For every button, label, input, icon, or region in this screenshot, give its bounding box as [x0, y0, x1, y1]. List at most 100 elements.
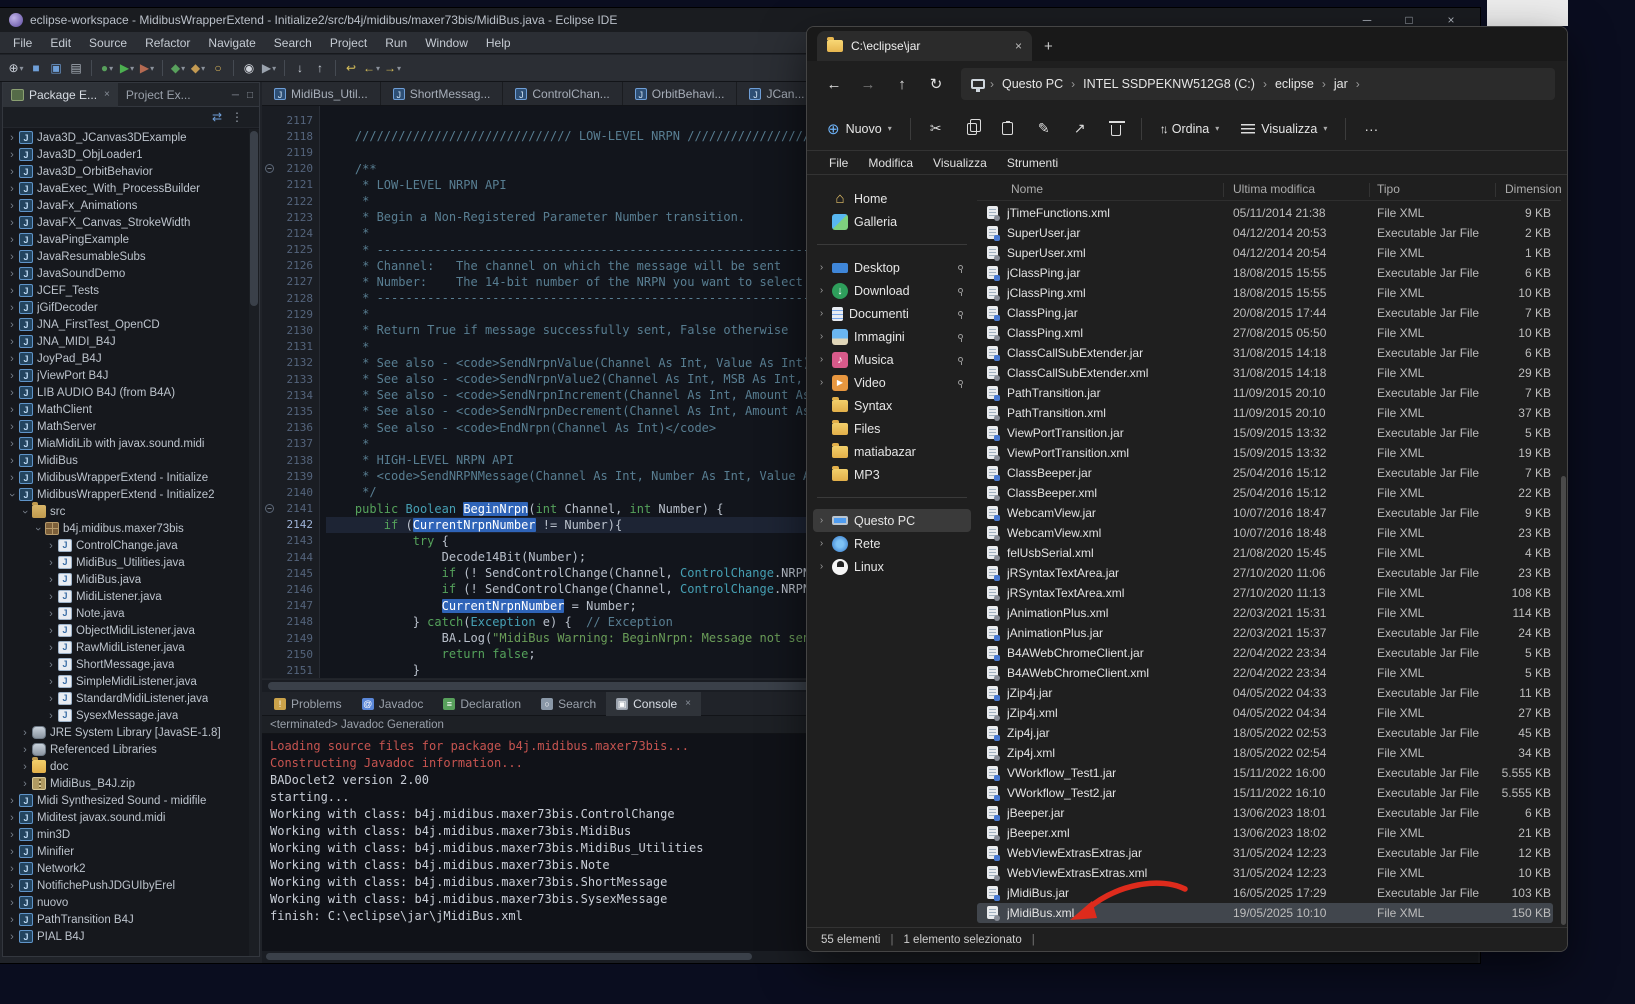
save-icon[interactable]: ■ [26, 58, 46, 78]
view-menu-icon[interactable]: ⋮ [231, 110, 243, 124]
scrollbar-thumb[interactable] [266, 953, 752, 960]
file-row-classcallsubextender-jar[interactable]: ClassCallSubExtender.jar31/08/2015 14:18… [977, 343, 1553, 363]
tree-item-midibus[interactable]: ›MidiBus [3, 452, 249, 469]
tree-item-mathclient[interactable]: ›MathClient [3, 401, 249, 418]
sidebar-item-documenti[interactable]: ›Documenti [813, 302, 971, 325]
chevron-icon[interactable]: › [20, 778, 30, 790]
debug-icon[interactable]: ●▾ [97, 58, 117, 78]
explorer-menu-strumenti[interactable]: Strumenti [999, 156, 1066, 170]
column-separator[interactable] [1495, 183, 1496, 197]
tree-item-jgifdecoder[interactable]: ›jGifDecoder [3, 299, 249, 316]
menu-edit[interactable]: Edit [41, 32, 80, 54]
tree-item-jcef-tests[interactable]: ›JCEF_Tests [3, 282, 249, 299]
tree-item-midi-synthesized-sound-midifile[interactable]: ›Midi Synthesized Sound - midifile [3, 792, 249, 809]
chevron-icon[interactable]: › [7, 285, 17, 297]
file-row-jzip4j-jar[interactable]: jZip4j.jar04/05/2022 04:33Executable Jar… [977, 683, 1553, 703]
tree-item-miamidilib-with-javax-sound-midi[interactable]: ›MiaMidiLib with javax.sound.midi [3, 435, 249, 452]
chevron-expanded-icon[interactable]: › [32, 524, 44, 534]
menu-window[interactable]: Window [416, 32, 477, 54]
chevron-icon[interactable]: › [46, 625, 56, 637]
cut-icon[interactable]: ✂ [919, 113, 953, 145]
tree-item-rawmidilistener-java[interactable]: ›RawMidiListener.java [3, 639, 249, 656]
file-row-zip4j-jar[interactable]: Zip4j.jar18/05/2022 02:53Executable Jar … [977, 723, 1553, 743]
tree-item-javaexec-with-processbuilder[interactable]: ›JavaExec_With_ProcessBuilder [3, 180, 249, 197]
paste-icon[interactable] [991, 113, 1025, 145]
last-edit-location-icon[interactable]: ↩ [341, 58, 361, 78]
sidebar-item-immagini[interactable]: ›Immagini [813, 325, 971, 348]
tree-item-controlchange-java[interactable]: ›ControlChange.java [3, 537, 249, 554]
explorer-menu-file[interactable]: File [821, 156, 856, 170]
tree-item-midilistener-java[interactable]: ›MidiListener.java [3, 588, 249, 605]
chevron-icon[interactable]: › [7, 438, 17, 450]
console-tab-javadoc[interactable]: @Javadoc [352, 692, 434, 716]
tree-item-minifier[interactable]: ›Minifier [3, 843, 249, 860]
new-package-icon[interactable]: ◆▾ [188, 58, 208, 78]
forward-icon[interactable]: →▾ [382, 58, 403, 78]
file-row-viewporttransition-jar[interactable]: ViewPortTransition.jar15/09/2015 13:32Ex… [977, 423, 1553, 443]
tree-item-b4j-midibus-maxer73bis[interactable]: ›b4j.midibus.maxer73bis [3, 520, 249, 537]
explorer-tab[interactable]: C:\eclipse\jar × [817, 31, 1032, 61]
chevron-icon[interactable]: › [7, 183, 17, 195]
tree-item-src[interactable]: ›src [3, 503, 249, 520]
file-row-janimationplus-xml[interactable]: jAnimationPlus.xml22/03/2021 15:31File X… [977, 603, 1553, 623]
column-separator[interactable] [1369, 183, 1370, 197]
file-row-jrsyntaxtextarea-jar[interactable]: jRSyntaxTextArea.jar27/10/2020 11:06Exec… [977, 563, 1553, 583]
chevron-icon[interactable]: › [7, 302, 17, 314]
chevron-icon[interactable]: › [817, 377, 826, 388]
tree-item-midibus-java[interactable]: ›MidiBus.java [3, 571, 249, 588]
run-icon[interactable]: ▶▾ [117, 58, 137, 78]
chevron-icon[interactable]: › [7, 404, 17, 416]
chevron-icon[interactable]: › [7, 319, 17, 331]
chevron-icon[interactable]: › [46, 557, 56, 569]
profile-icon[interactable]: ▶▾ [137, 58, 157, 78]
file-row-webviewextrasextras-xml[interactable]: WebViewExtrasExtras.xml31/05/2024 12:23F… [977, 863, 1553, 883]
file-row-classbeeper-jar[interactable]: ClassBeeper.jar25/04/2016 15:12Executabl… [977, 463, 1553, 483]
chevron-icon[interactable]: › [817, 515, 826, 526]
minimize-view-icon[interactable]: ─ [232, 90, 239, 101]
tab-package-explorer[interactable]: Package E... × [3, 83, 118, 107]
tree-item-notifichepushjdguibyerel[interactable]: ›NotifichePushJDGUIbyErel [3, 877, 249, 894]
file-row-superuser-xml[interactable]: SuperUser.xml04/12/2014 20:54File XML1 K… [977, 243, 1553, 263]
print-icon[interactable]: ▤ [66, 58, 86, 78]
file-row-pathtransition-xml[interactable]: PathTransition.xml11/09/2015 20:10File X… [977, 403, 1553, 423]
tree-item-standardmidilistener-java[interactable]: ›StandardMidiListener.java [3, 690, 249, 707]
file-row-classcallsubextender-xml[interactable]: ClassCallSubExtender.xml31/08/2015 14:18… [977, 363, 1553, 383]
new-wizard-icon[interactable]: ⊕▾ [6, 58, 26, 78]
tree-item-javapingexample[interactable]: ›JavaPingExample [3, 231, 249, 248]
chevron-icon[interactable]: › [7, 914, 17, 926]
open-type-icon[interactable]: ○ [208, 58, 228, 78]
back-icon[interactable]: ←▾ [361, 58, 382, 78]
explorer-menu-visualizza[interactable]: Visualizza [925, 156, 995, 170]
tree-item-jna-midi-b4j[interactable]: ›JNA_MIDI_B4J [3, 333, 249, 350]
menu-refactor[interactable]: Refactor [136, 32, 199, 54]
sidebar-item-files[interactable]: Files [813, 417, 971, 440]
visualizza-button[interactable]: Visualizza ▾ [1231, 113, 1337, 145]
tree-item-shortmessage-java[interactable]: ›ShortMessage.java [3, 656, 249, 673]
copy-icon[interactable] [955, 113, 989, 145]
chevron-icon[interactable]: › [7, 370, 17, 382]
chevron-icon[interactable]: › [7, 234, 17, 246]
tree-item-pial-b4j[interactable]: ›PIAL B4J [3, 928, 249, 945]
prev-annotation-icon[interactable]: ↑ [310, 58, 330, 78]
list-scrollbar[interactable] [1560, 203, 1567, 927]
chevron-icon[interactable]: › [7, 863, 17, 875]
new-tab-button[interactable]: + [1044, 38, 1053, 55]
editor-tab-controlchan[interactable]: JControlChan... [503, 82, 622, 105]
sidebar-item-home[interactable]: ⌂Home [813, 187, 971, 210]
chevron-icon[interactable]: › [7, 268, 17, 280]
sidebar-item-download[interactable]: ›↓Download [813, 279, 971, 302]
list-scrollbar-thumb[interactable] [1561, 476, 1566, 925]
menu-source[interactable]: Source [80, 32, 136, 54]
console-horizontal-scrollbar[interactable] [262, 951, 1478, 963]
chevron-icon[interactable]: › [7, 421, 17, 433]
breadcrumb-item-questo-pc[interactable]: Questo PC [996, 77, 1069, 91]
file-row-jbeeper-xml[interactable]: jBeeper.xml13/06/2023 18:02File XML21 KB [977, 823, 1553, 843]
tree-item-simplemidilistener-java[interactable]: ›SimpleMidiListener.java [3, 673, 249, 690]
sidebar-item-matiabazar[interactable]: matiabazar [813, 440, 971, 463]
file-row-classping-jar[interactable]: ClassPing.jar20/08/2015 17:44Executable … [977, 303, 1553, 323]
up-icon[interactable]: ↑ [887, 69, 917, 99]
tree-item-sysexmessage-java[interactable]: ›SysexMessage.java [3, 707, 249, 724]
chevron-icon[interactable]: › [46, 710, 56, 722]
close-console-icon[interactable]: × [685, 698, 691, 709]
chevron-icon[interactable]: › [7, 336, 17, 348]
